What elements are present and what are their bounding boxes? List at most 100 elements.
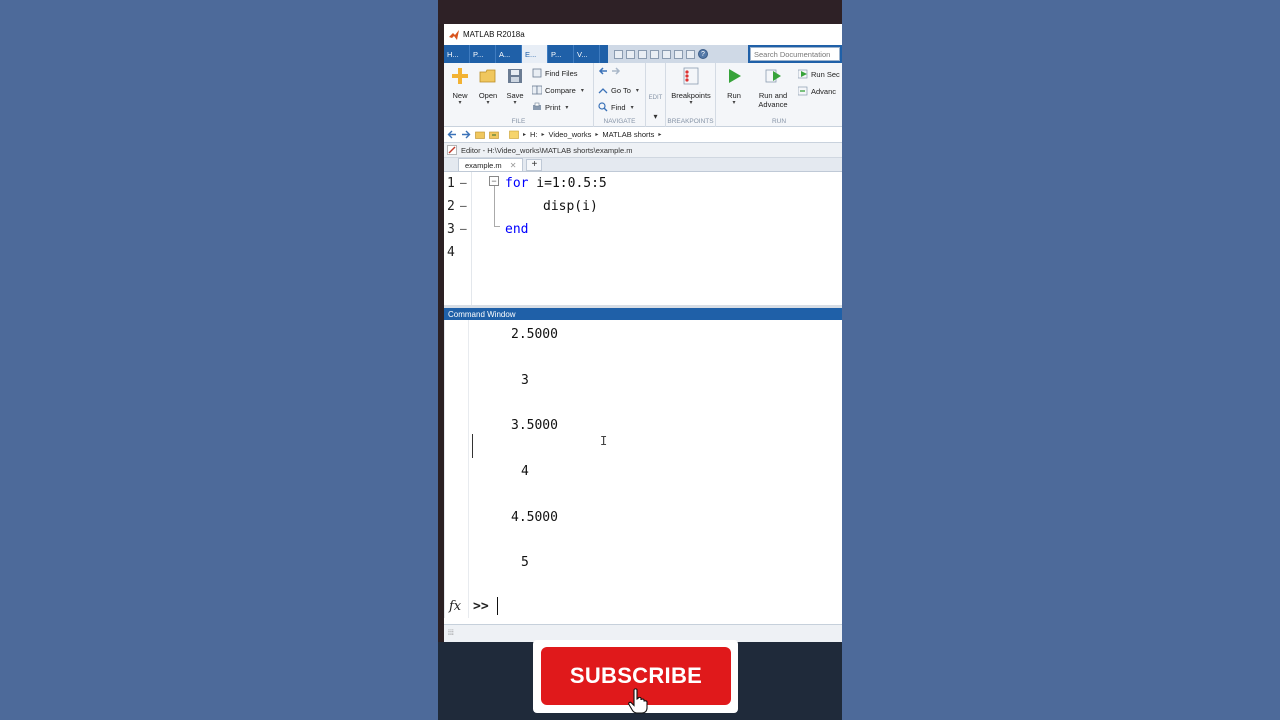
code-keyword: end xyxy=(505,222,529,237)
code-fold-toggle[interactable]: − xyxy=(489,176,499,186)
new-label: New xyxy=(452,91,468,100)
command-window[interactable]: 2.5000 3 3.5000 4 4.5000 5 I fx >> xyxy=(444,320,842,618)
undo-icon[interactable] xyxy=(662,49,671,59)
run-and-advance-button[interactable]: Run and Advance xyxy=(752,67,794,109)
new-button[interactable]: New ▾ xyxy=(446,67,474,106)
phone-top-bar xyxy=(438,0,842,24)
run-group: Run ▾ Run and Advance Run Sec Advanc RUN xyxy=(716,63,842,127)
editor-path: Editor - H:\Video_works\MATLAB shorts\ex… xyxy=(461,145,633,155)
navigate-group-label: NAVIGATE xyxy=(603,118,636,125)
command-prompt[interactable]: fx >> xyxy=(445,594,842,618)
status-grip-icon: ⁞⁞⁞ xyxy=(448,630,454,637)
open-button[interactable]: Open ▾ xyxy=(474,67,502,106)
print-label: Print xyxy=(545,102,561,112)
advance-icon xyxy=(798,86,808,96)
selection-caret xyxy=(472,434,473,458)
function-browser-icon[interactable]: fx xyxy=(449,599,469,614)
folder-icon xyxy=(509,130,519,139)
floppy-icon xyxy=(508,69,522,83)
new-tab-button[interactable]: + xyxy=(526,159,543,171)
address-folder-matlab-shorts[interactable]: MATLAB shorts xyxy=(602,130,654,139)
switch-windows-icon[interactable] xyxy=(686,49,695,59)
compare-label: Compare xyxy=(545,85,576,95)
breakpoint-marker[interactable]: — xyxy=(460,176,467,189)
breakpoints-button[interactable]: Breakpoints ▾ xyxy=(670,67,712,106)
find-files-button[interactable]: Find Files xyxy=(532,68,578,78)
line-number: 4 xyxy=(447,245,455,260)
forward-arrow-icon[interactable] xyxy=(461,130,471,139)
line-number: 3 xyxy=(447,222,455,237)
code-fold-line xyxy=(494,186,495,226)
forward-arrow-icon xyxy=(612,67,621,75)
redo-icon[interactable] xyxy=(674,49,683,59)
back-arrow-icon xyxy=(598,67,607,75)
code-fold-end xyxy=(494,226,500,227)
copy-icon[interactable] xyxy=(638,49,647,59)
file-group: New ▾ Open ▾ Save ▾ Find Files Compare ▾… xyxy=(444,63,594,127)
printer-icon xyxy=(533,102,541,110)
code-keyword: for xyxy=(505,176,529,191)
editor-tab-label: example.m xyxy=(465,160,502,170)
tab-view[interactable]: V... xyxy=(574,45,600,63)
breakpoint-marker[interactable]: — xyxy=(460,222,467,235)
find-button[interactable]: Find ▾ xyxy=(598,102,634,112)
chevron-down-icon: ▾ xyxy=(635,87,639,94)
search-documentation-input[interactable]: Search Documentation xyxy=(750,47,840,61)
save-icon[interactable] xyxy=(614,49,623,59)
help-icon[interactable]: ? xyxy=(698,49,708,59)
chevron-right-icon: ▸ xyxy=(541,132,545,138)
tab-plots[interactable]: P... xyxy=(470,45,496,63)
matlab-window: MATLAB R2018a H... P... A... E... P... V… xyxy=(444,24,842,642)
code-line-2: disp(i) xyxy=(543,199,598,214)
title-bar: MATLAB R2018a xyxy=(444,24,842,45)
toolstrip-tabs: H... P... A... E... P... V... ? Search D… xyxy=(444,45,842,63)
go-to-button[interactable]: Go To ▾ xyxy=(598,85,639,95)
go-to-label: Go To xyxy=(611,85,631,95)
tab-publish[interactable]: P... xyxy=(548,45,574,63)
address-folder-video-works[interactable]: Video_works xyxy=(549,130,592,139)
chevron-down-icon: ▾ xyxy=(689,100,693,106)
back-forward-buttons[interactable] xyxy=(598,66,621,76)
run-and-advance-label-2: Advance xyxy=(758,100,788,109)
save-button[interactable]: Save ▾ xyxy=(501,67,529,106)
save-label: Save xyxy=(506,91,524,100)
output-line: 4 xyxy=(521,464,529,479)
run-section-button[interactable]: Run Sec xyxy=(798,69,840,79)
editor-tab-example[interactable]: example.m ✕ xyxy=(458,158,524,171)
chevron-down-icon: ▾ xyxy=(565,104,569,111)
tab-apps[interactable]: A... xyxy=(496,45,522,63)
navigate-group: Go To ▾ Find ▾ NAVIGATE xyxy=(594,63,646,127)
compare-button[interactable]: Compare ▾ xyxy=(532,85,584,95)
go-to-icon xyxy=(598,88,608,94)
run-button[interactable]: Run ▾ xyxy=(720,67,748,106)
advance-label: Advanc xyxy=(811,86,837,96)
chevron-down-icon: ▾ xyxy=(513,100,517,106)
tab-home[interactable]: H... xyxy=(444,45,470,63)
search-placeholder: Search Documentation xyxy=(754,49,831,59)
up-folder-icon[interactable] xyxy=(475,130,485,139)
find-files-label: Find Files xyxy=(545,68,578,78)
print-button[interactable]: Print ▾ xyxy=(532,102,568,112)
back-arrow-icon[interactable] xyxy=(447,130,457,139)
paste-icon[interactable] xyxy=(650,49,659,59)
breakpoints-label: Breakpoints xyxy=(671,91,711,100)
pencil-icon xyxy=(447,145,457,155)
address-drive[interactable]: H: xyxy=(530,130,538,139)
find-files-icon xyxy=(532,68,542,78)
output-line: 3.5000 xyxy=(511,418,558,433)
breakpoints-icon xyxy=(683,67,699,85)
code-editor[interactable]: 1 — 2 — 3 — 4 − for i=1:0.5:5 disp(i) en… xyxy=(444,172,842,308)
find-label: Find xyxy=(611,102,626,112)
chevron-down-icon[interactable]: ▾ xyxy=(646,112,665,121)
text-cursor-icon: I xyxy=(600,434,608,448)
tab-editor[interactable]: E... xyxy=(522,45,548,63)
breakpoint-marker[interactable]: — xyxy=(460,199,467,212)
cut-icon[interactable] xyxy=(626,49,635,59)
new-icon xyxy=(452,68,468,84)
edit-group: EDIT ▾ xyxy=(646,63,666,127)
advance-button[interactable]: Advanc xyxy=(798,86,836,96)
open-label: Open xyxy=(478,91,498,100)
browse-folder-icon[interactable] xyxy=(489,130,499,139)
chevron-down-icon: ▾ xyxy=(580,87,584,94)
close-icon[interactable]: ✕ xyxy=(510,161,517,170)
